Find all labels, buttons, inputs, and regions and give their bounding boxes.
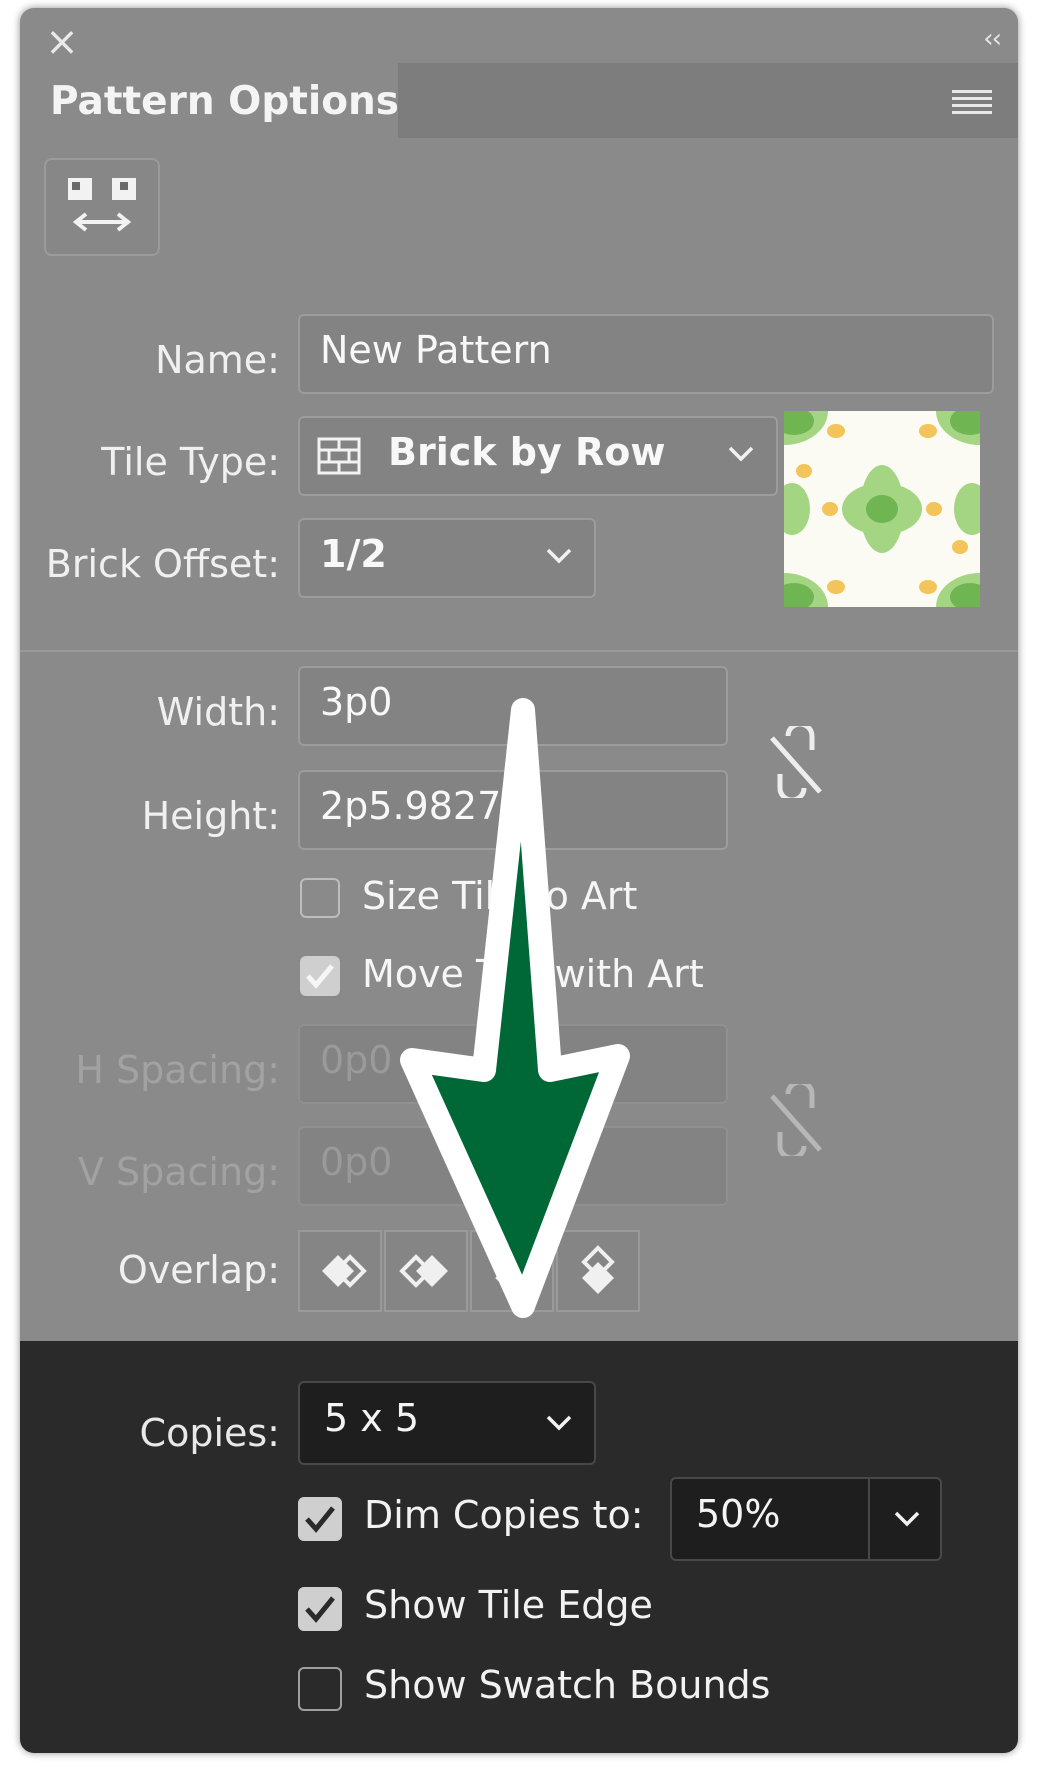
arrow-down-annotation (400, 698, 630, 1318)
